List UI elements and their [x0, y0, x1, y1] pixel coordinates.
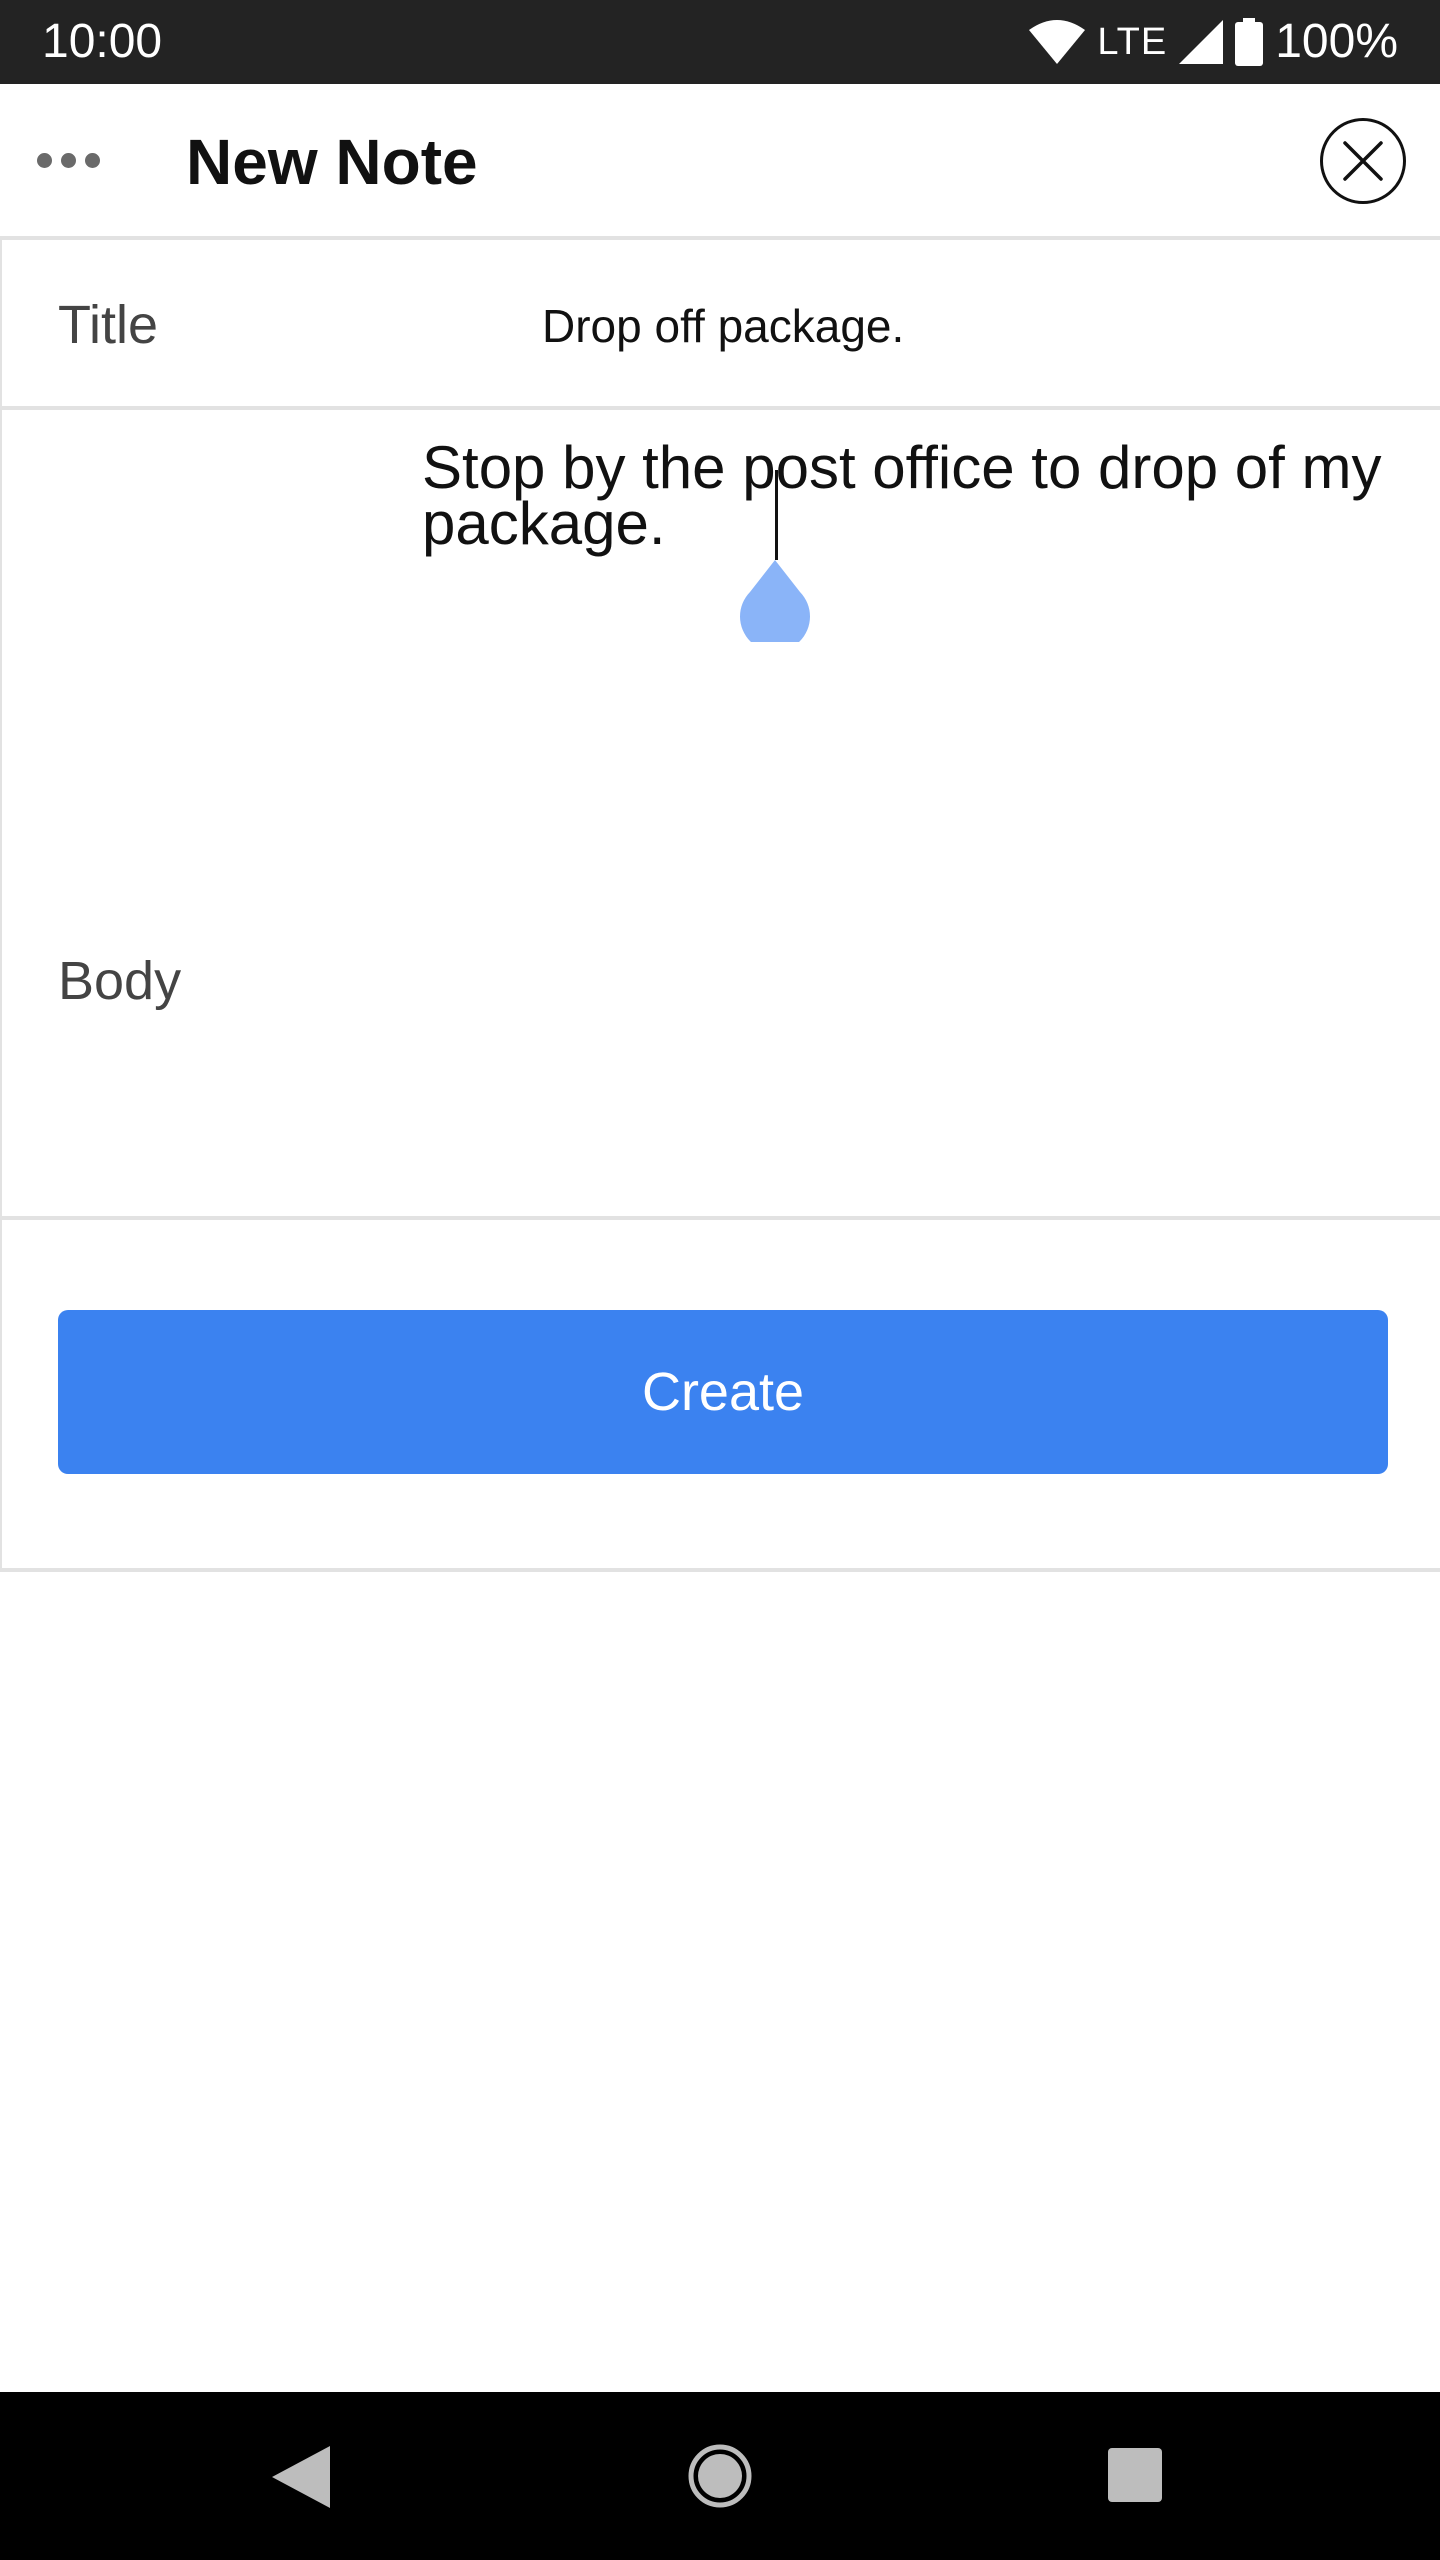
back-icon[interactable] — [272, 2446, 332, 2508]
signal-icon — [1179, 20, 1224, 64]
menu-dot — [84, 152, 100, 168]
app-header: New Note — [0, 84, 1440, 240]
page-title: New Note — [186, 126, 478, 198]
title-input[interactable]: Drop off package. — [542, 296, 904, 356]
body-input[interactable]: Stop by the post office to drop of my pa… — [422, 438, 1402, 554]
cursor-handle[interactable] — [740, 560, 810, 642]
status-time: 10:00 — [42, 15, 163, 68]
new-note-screen: 10:00 LTE 100% New Note Title Drop off p… — [0, 0, 1440, 2560]
recents-icon[interactable] — [1108, 2448, 1162, 2502]
menu-dot — [60, 152, 76, 168]
close-button[interactable] — [1320, 118, 1406, 204]
status-bar: 10:00 LTE 100% — [0, 0, 1440, 84]
home-icon[interactable] — [688, 2444, 752, 2508]
battery-icon — [1235, 18, 1264, 66]
title-row: Title Drop off package. — [2, 240, 1440, 410]
navigation-bar — [0, 2392, 1440, 2560]
battery-percentage: 100% — [1275, 15, 1398, 68]
note-form: Title Drop off package. Stop by the post… — [0, 240, 1440, 1572]
body-row: Stop by the post office to drop of my pa… — [2, 410, 1440, 1220]
close-icon — [1343, 141, 1383, 181]
title-label: Title — [58, 295, 159, 355]
wifi-icon — [1029, 20, 1086, 64]
status-icons: LTE 100% — [1029, 14, 1398, 70]
menu-dot — [36, 152, 52, 168]
text-cursor — [775, 470, 778, 560]
action-row: Create — [2, 1220, 1440, 1572]
more-horizontal-icon[interactable] — [30, 138, 106, 182]
network-type: LTE — [1097, 21, 1168, 63]
create-button[interactable]: Create — [58, 1310, 1388, 1474]
body-label: Body — [58, 951, 182, 1011]
